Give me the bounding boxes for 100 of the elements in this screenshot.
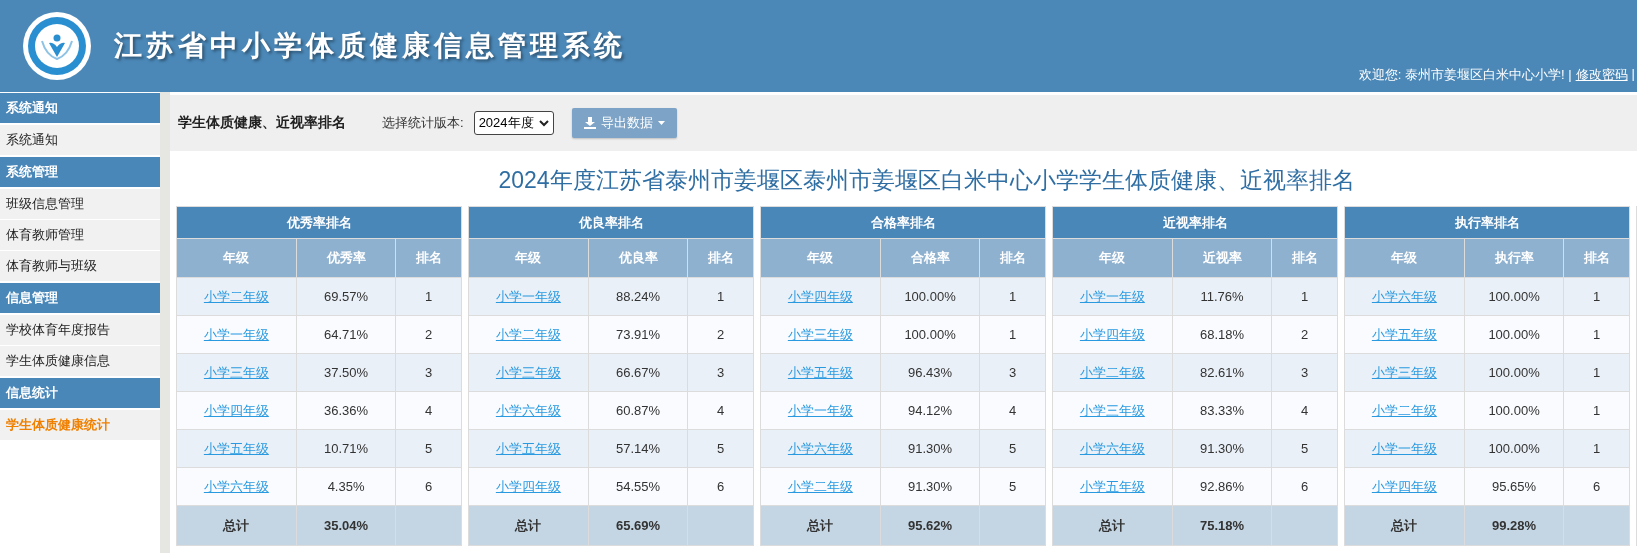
table-cell: 1 (979, 315, 1046, 354)
report-title: 2024年度江苏省泰州市姜堰区泰州市姜堰区白米中心小学学生体质健康、近视率排名 (497, 166, 1356, 195)
sidebar-section-header[interactable]: 系统管理 (0, 157, 160, 189)
column-header: 排名 (1563, 238, 1630, 278)
table-cell: 1 (1563, 429, 1630, 468)
column-header: 合格率 (880, 238, 980, 278)
sidebar-item[interactable]: 班级信息管理 (0, 189, 160, 220)
table-cell: 2 (395, 315, 462, 354)
column-header: 执行率 (1464, 238, 1564, 278)
table-cell: 1 (979, 277, 1046, 316)
table-cell: 37.50% (296, 353, 396, 392)
table-cell: 5 (395, 429, 462, 468)
table-group-header: 执行率排名 (1344, 206, 1630, 239)
column-header: 近视率 (1172, 238, 1272, 278)
table-cell: 100.00% (1464, 429, 1564, 468)
total-cell: 95.62% (880, 505, 980, 546)
total-cell: 99.28% (1464, 505, 1564, 546)
table-cell: 100.00% (1464, 391, 1564, 430)
table-cell: 4 (979, 391, 1046, 430)
column-header: 排名 (1271, 238, 1338, 278)
table-cell: 11.76% (1172, 277, 1272, 316)
logo-icon (22, 11, 92, 81)
table-cell: 64.71% (296, 315, 396, 354)
table-cell: 54.55% (588, 467, 688, 506)
table-cell: 100.00% (1464, 353, 1564, 392)
total-cell: 总计 (1344, 505, 1465, 546)
table-cell: 94.12% (880, 391, 980, 430)
table-group-header: 合格率排名 (760, 206, 1046, 239)
table-cell: 6 (1271, 467, 1338, 506)
version-select[interactable]: 2024年度 (473, 111, 554, 135)
table-cell: 96.43% (880, 353, 980, 392)
table-cell: 1 (1563, 277, 1630, 316)
table-cell: 4 (687, 391, 754, 430)
welcome-text: 欢迎您: 泰州市姜堰区白米中心小学! | (1358, 66, 1572, 84)
total-cell: 总计 (176, 505, 297, 546)
table-cell: 10.71% (296, 429, 396, 468)
table-cell: 88.24% (588, 277, 688, 316)
export-button[interactable]: 导出数据 (571, 108, 677, 138)
table-cell: 82.61% (1172, 353, 1272, 392)
sidebar-section-header[interactable]: 系统通知 (0, 93, 160, 125)
total-cell: 总计 (760, 505, 881, 546)
table-cell: 1 (1271, 277, 1338, 316)
table-cell: 91.30% (880, 429, 980, 468)
table-cell: 100.00% (880, 277, 980, 316)
table-cell: 5 (979, 467, 1046, 506)
sidebar-item[interactable]: 学生体质健康信息 (0, 346, 160, 377)
caret-icon (657, 121, 665, 125)
total-cell: 65.69% (588, 505, 688, 546)
table-cell: 1 (395, 277, 462, 316)
table-cell: 57.14% (588, 429, 688, 468)
column-header: 优秀率 (296, 238, 396, 278)
table-cell: 100.00% (1464, 277, 1564, 316)
column-header: 年级 (468, 238, 589, 278)
table-cell: 1 (687, 277, 754, 316)
table-cell: 5 (979, 429, 1046, 468)
app-title: 江苏省中小学体质健康信息管理系统 (114, 29, 626, 63)
column-header: 排名 (979, 238, 1046, 278)
sidebar-section-header[interactable]: 信息管理 (0, 283, 160, 315)
column-header: 年级 (1344, 238, 1465, 278)
table-cell: 3 (687, 353, 754, 392)
sidebar-item[interactable]: 学生体质健康统计 (0, 410, 160, 441)
table-cell: 6 (687, 467, 754, 506)
change-password-link[interactable]: 修改密码 (1575, 66, 1628, 84)
table-cell: 1 (1563, 391, 1630, 430)
table-cell: 91.30% (1172, 429, 1272, 468)
table-cell: 4.35% (296, 467, 396, 506)
sidebar-item[interactable]: 体育教师与班级 (0, 251, 160, 282)
sidebar-item[interactable]: 系统通知 (0, 125, 160, 156)
table-cell: 69.57% (296, 277, 396, 316)
table-cell: 68.18% (1172, 315, 1272, 354)
table-cell: 3 (1271, 353, 1338, 392)
column-header: 年级 (176, 238, 297, 278)
table-group-header: 优秀率排名 (176, 206, 462, 239)
sidebar-item[interactable]: 学校体育年度报告 (0, 315, 160, 346)
separator-text: | (1631, 66, 1635, 83)
table-cell: 3 (395, 353, 462, 392)
table-cell: 83.33% (1172, 391, 1272, 430)
table-cell: 4 (395, 391, 462, 430)
table-group-header: 近视率排名 (1052, 206, 1338, 239)
table-group-header: 优良率排名 (468, 206, 754, 239)
column-header: 排名 (687, 238, 754, 278)
table-cell: 92.86% (1172, 467, 1272, 506)
column-header: 年级 (1052, 238, 1173, 278)
sidebar-item[interactable]: 体育教师管理 (0, 220, 160, 251)
version-label: 选择统计版本: (382, 114, 464, 132)
table-cell: 36.36% (296, 391, 396, 430)
table-cell: 66.67% (588, 353, 688, 392)
sidebar-section-header[interactable]: 信息统计 (0, 378, 160, 410)
table-cell: 1 (1563, 315, 1630, 354)
download-icon (583, 117, 596, 129)
total-cell: 总计 (1052, 505, 1173, 546)
chevron-icon (538, 119, 549, 127)
total-cell: 总计 (468, 505, 589, 546)
table-cell: 2 (1271, 315, 1338, 354)
total-cell: 75.18% (1172, 505, 1272, 546)
table-cell: 100.00% (1464, 315, 1564, 354)
table-cell: 73.91% (588, 315, 688, 354)
table-cell: 6 (395, 467, 462, 506)
total-cell: 35.04% (296, 505, 396, 546)
column-header: 排名 (395, 238, 462, 278)
